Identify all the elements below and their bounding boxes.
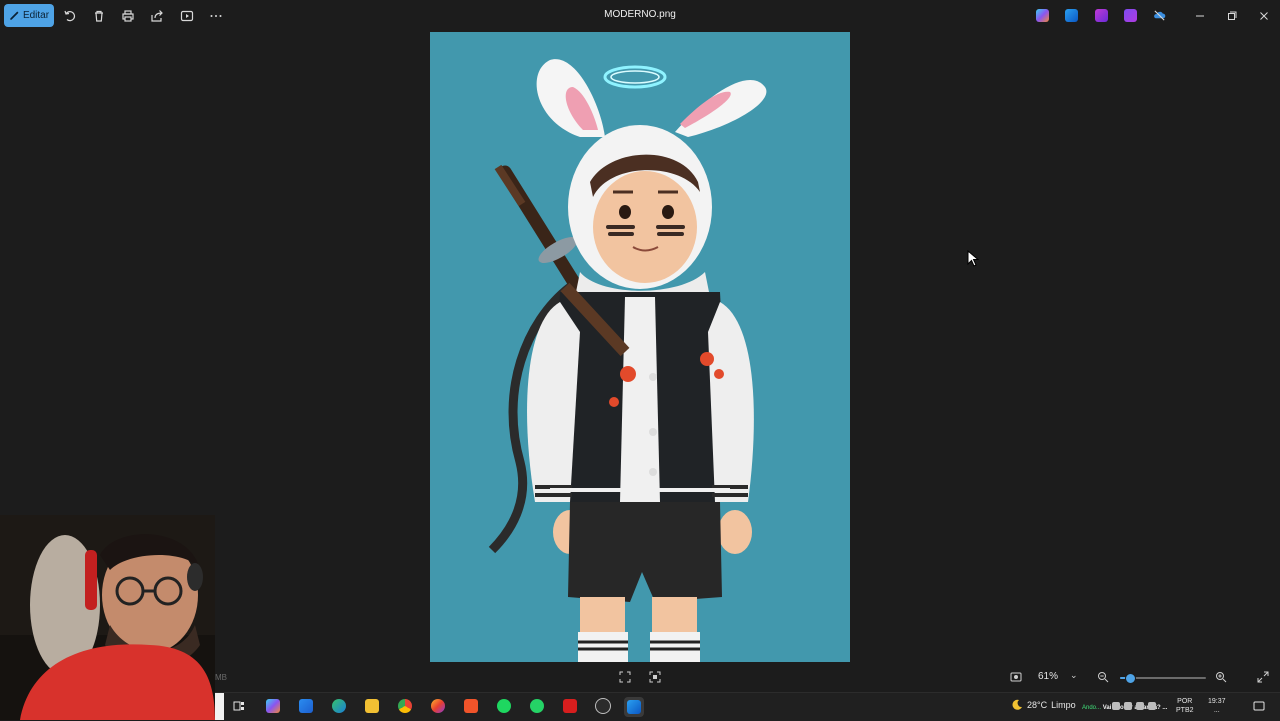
taskbar-start-edge bbox=[215, 693, 224, 720]
fullscreen-icon[interactable] bbox=[1256, 670, 1270, 684]
language-sub: PTB2 bbox=[1176, 707, 1194, 714]
edge-icon[interactable] bbox=[330, 697, 348, 715]
zoom-dropdown-chevron-icon[interactable]: ⌄ bbox=[1070, 670, 1078, 681]
designer-icon[interactable] bbox=[1124, 9, 1137, 22]
brave-icon[interactable] bbox=[462, 697, 480, 715]
zoom-in-icon[interactable] bbox=[1214, 670, 1228, 684]
weather-widget[interactable]: 28°C Limpo bbox=[1011, 699, 1076, 711]
share-icon[interactable] bbox=[149, 8, 165, 24]
zoom-level[interactable]: 61% bbox=[1038, 671, 1058, 682]
actual-size-icon[interactable] bbox=[648, 670, 662, 684]
moon-icon bbox=[1012, 699, 1022, 710]
slideshow-icon[interactable] bbox=[179, 8, 195, 24]
tray-icon[interactable] bbox=[1112, 702, 1120, 710]
copilot-icon[interactable] bbox=[1036, 9, 1049, 22]
rotate-icon[interactable] bbox=[62, 8, 78, 24]
filmstrip-icon[interactable] bbox=[1009, 670, 1023, 684]
spotify-icon[interactable] bbox=[495, 697, 513, 715]
volume-icon[interactable] bbox=[1148, 702, 1156, 710]
zoom-out-icon[interactable] bbox=[1096, 670, 1110, 684]
print-icon[interactable] bbox=[120, 8, 136, 24]
notifications-icon[interactable] bbox=[1250, 697, 1268, 715]
pencil-icon bbox=[10, 11, 19, 20]
command-bar: Editar MODERNO.png bbox=[0, 0, 1280, 32]
red-app-icon[interactable] bbox=[561, 697, 579, 715]
maximize-button[interactable] bbox=[1224, 8, 1240, 24]
tray-icon[interactable] bbox=[1136, 702, 1144, 710]
clock[interactable]: 19:37 ... bbox=[1208, 697, 1226, 715]
close-button[interactable] bbox=[1256, 8, 1272, 24]
news-ticker-green: Ando... bbox=[1082, 705, 1102, 711]
bunny-hood-character-illustration bbox=[430, 32, 850, 662]
zoom-slider[interactable] bbox=[1120, 673, 1206, 684]
photos-taskbar-icon[interactable] bbox=[624, 697, 644, 717]
fit-to-window-icon[interactable] bbox=[618, 670, 632, 684]
file-size-suffix: MB bbox=[215, 673, 227, 682]
window-title: MODERNO.png bbox=[604, 9, 676, 20]
microsoft-store-icon[interactable] bbox=[297, 697, 315, 715]
firefox-icon[interactable] bbox=[429, 697, 447, 715]
mouse-cursor-icon bbox=[967, 250, 979, 267]
language-code: POR bbox=[1177, 698, 1193, 705]
weather-description: Limpo bbox=[1051, 700, 1076, 710]
system-tray-icons[interactable] bbox=[1112, 702, 1156, 710]
task-view-icon[interactable] bbox=[230, 697, 248, 715]
weather-temperature: 28°C bbox=[1027, 700, 1048, 710]
tray-icon[interactable] bbox=[1124, 702, 1132, 710]
whatsapp-icon[interactable] bbox=[528, 697, 546, 715]
minimize-button[interactable] bbox=[1192, 8, 1208, 24]
edit-button-label: Editar bbox=[22, 10, 50, 21]
photos-icon[interactable] bbox=[1065, 9, 1078, 22]
copilot-taskbar-icon[interactable] bbox=[264, 697, 282, 715]
clock-date: ... bbox=[1213, 707, 1220, 714]
edit-button[interactable]: Editar bbox=[4, 4, 54, 27]
clipchamp-icon[interactable] bbox=[1095, 9, 1108, 22]
clock-time: 19:37 bbox=[1208, 698, 1226, 705]
webcam-person-image bbox=[0, 515, 215, 720]
delete-icon[interactable] bbox=[91, 8, 107, 24]
image-canvas[interactable] bbox=[430, 32, 850, 662]
onedrive-offline-icon[interactable] bbox=[1153, 9, 1166, 22]
more-icon[interactable] bbox=[208, 8, 224, 24]
language-indicator[interactable]: POR PTB2 bbox=[1176, 697, 1194, 715]
webcam-overlay bbox=[0, 515, 215, 720]
clock-app-icon[interactable] bbox=[594, 697, 612, 715]
file-explorer-icon[interactable] bbox=[363, 697, 381, 715]
chrome-icon[interactable] bbox=[396, 697, 414, 715]
